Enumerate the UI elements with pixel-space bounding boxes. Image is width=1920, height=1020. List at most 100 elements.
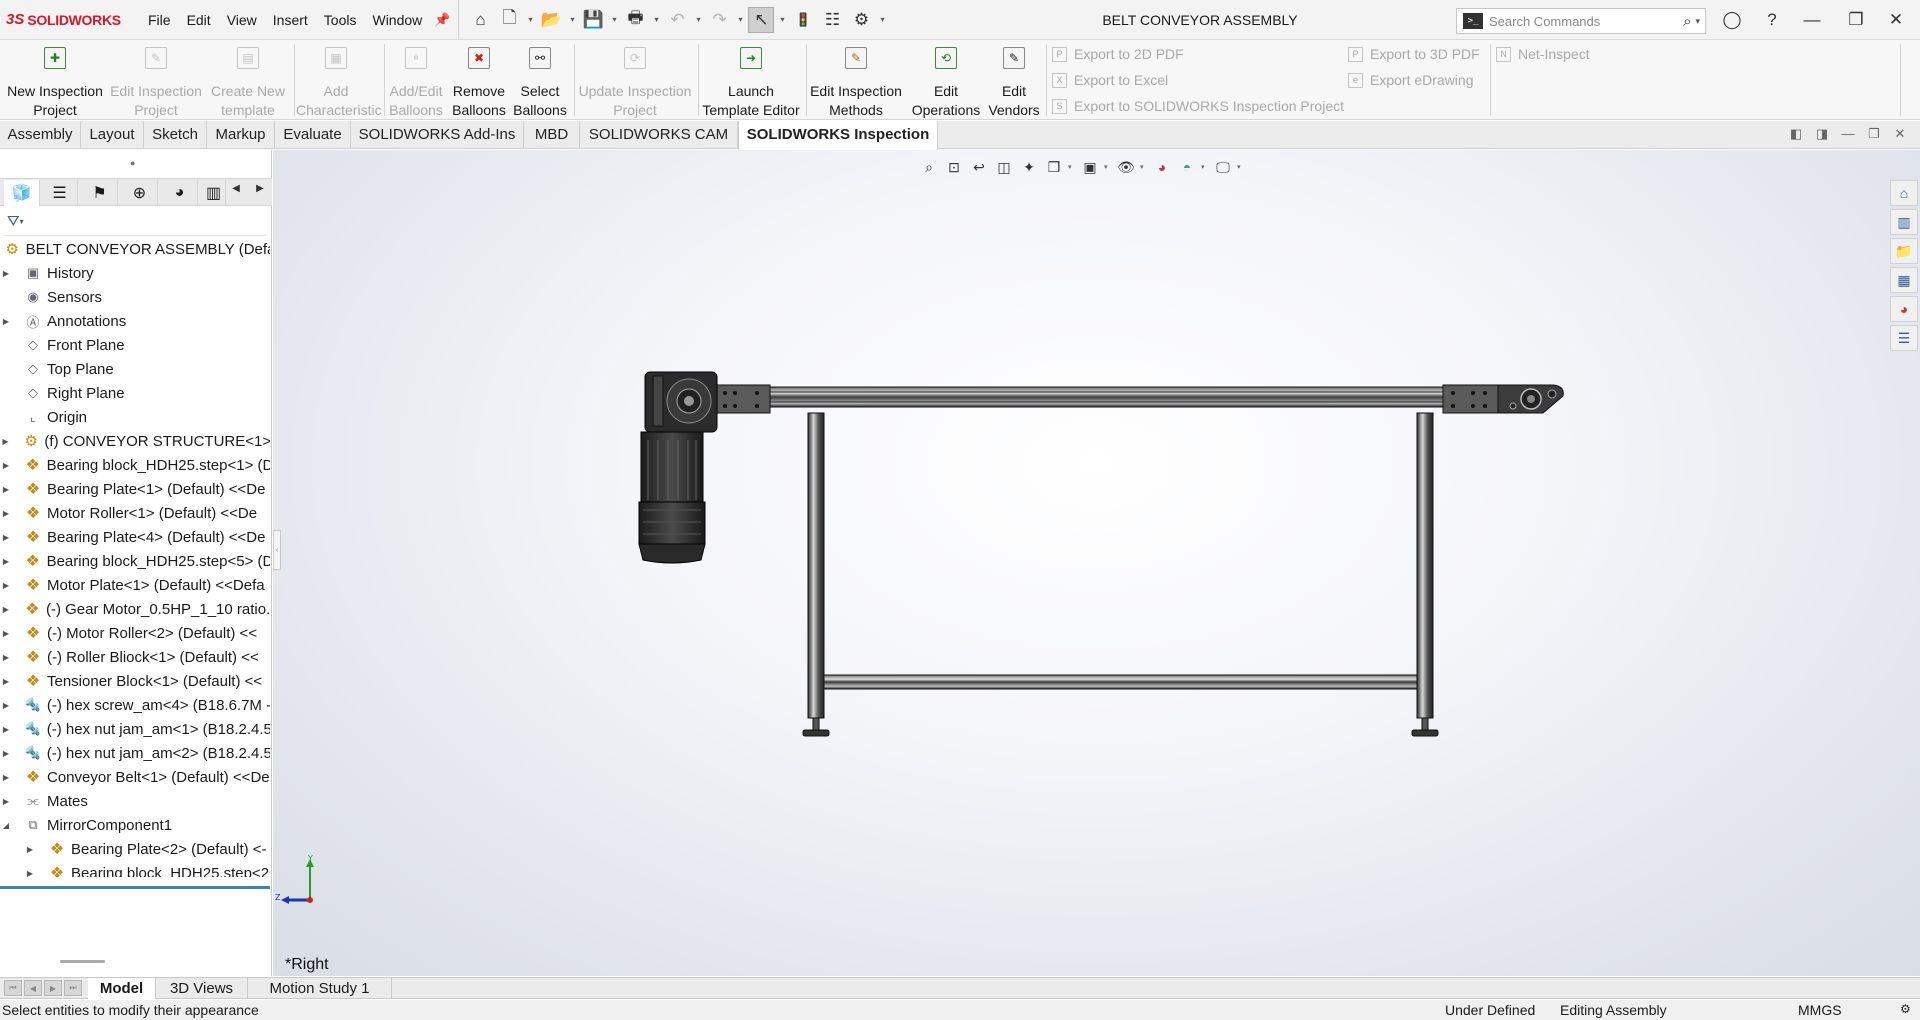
tab-solidworks-cam[interactable]: SOLIDWORKS CAM <box>580 121 738 149</box>
document-minimize-icon[interactable]: — <box>1838 126 1858 141</box>
net-inspect-button[interactable]: N Net-Inspect <box>1496 43 1590 65</box>
rollback-bar[interactable] <box>0 886 270 889</box>
tree-node[interactable]: ▶ ❖ Bearing block_HDH25.step<5> (D <box>0 549 270 573</box>
tree-node[interactable]: ▶ ❖ Conveyor Belt<1> (Default) <<De <box>0 765 270 789</box>
tab-3d-views[interactable]: 3D Views <box>156 978 248 999</box>
tree-node[interactable]: ▶ ❖ Motor Plate<1> (Default) <<Defa <box>0 573 270 597</box>
options-dropdown-icon[interactable]: ▾ <box>877 15 887 24</box>
tree-node[interactable]: ◢ ⧉ MirrorComponent1 <box>0 813 270 837</box>
panel-grip-icon[interactable]: ● <box>130 158 135 168</box>
help-icon[interactable]: ? <box>1752 0 1792 40</box>
add-characteristic-button[interactable]: ▦ Add Characteristic <box>296 40 382 120</box>
tab-motion-study-1[interactable]: Motion Study 1 <box>248 978 392 999</box>
tree-node[interactable]: ▶ ▣ History <box>0 261 270 285</box>
edit-inspection-methods-button[interactable]: ✎ Edit Inspection Methods <box>808 40 904 120</box>
tab-model[interactable]: Model <box>88 978 156 999</box>
user-account-icon[interactable]: ◯ <box>1712 0 1752 40</box>
conveyor-model-view[interactable] <box>273 150 1920 976</box>
tree-node[interactable]: ▶ ⚙ (f) CONVEYOR STRUCTURE<1> (D <box>0 429 270 453</box>
pin-menu-icon[interactable]: 📌 <box>434 12 450 28</box>
edit-operations-button[interactable]: ⟲ Edit Operations <box>906 40 986 120</box>
minimize-window-icon[interactable]: — <box>1792 0 1832 40</box>
expand-arrow-icon[interactable]: ▶ <box>0 533 12 542</box>
expand-arrow-icon[interactable]: ▶ <box>0 701 12 710</box>
new-document-icon[interactable]: 🗋 <box>496 7 522 33</box>
tree-node[interactable]: ⌞ Origin <box>0 405 270 429</box>
menu-window[interactable]: Window <box>364 12 430 28</box>
print-icon[interactable]: 🖶 <box>622 7 648 33</box>
select-balloons-button[interactable]: ⚯ Select Balloons <box>510 40 570 120</box>
expand-arrow-icon[interactable]: ▶ <box>0 485 12 494</box>
tree-node[interactable]: ▶ ❖ Tensioner Block<1> (Default) << <box>0 669 270 693</box>
tree-node[interactable]: ▶ ❖ Bearing Plate<4> (Default) <<De <box>0 525 270 549</box>
expand-arrow-icon[interactable]: ▶ <box>0 773 12 782</box>
open-folder-icon[interactable]: 📂 <box>538 7 564 33</box>
solidworks-logo[interactable]: 3S SOLIDWORKS <box>0 0 140 40</box>
previous-tab-icon[interactable]: ◀ <box>24 980 42 996</box>
tree-node[interactable]: ▶ Ⓐ Annotations <box>0 309 270 333</box>
redo-dropdown-icon[interactable]: ▾ <box>735 15 745 24</box>
rebuild-traffic-light-icon[interactable]: 🚦 <box>790 7 816 33</box>
search-commands-box[interactable]: >_ Search Commands ⌕ ▾ <box>1456 8 1706 34</box>
expand-arrow-icon[interactable]: ▶ <box>0 629 12 638</box>
update-inspection-project-button[interactable]: ⟳ Update Inspection Project <box>576 40 694 120</box>
tree-node[interactable]: ◇ Right Plane <box>0 381 270 405</box>
close-window-icon[interactable]: ✕ <box>1876 0 1916 40</box>
tree-node[interactable]: ▶ ❖ Bearing block_HDH25.step<1> (D <box>0 453 270 477</box>
customize-status-icon[interactable]: ⚙ <box>1900 1002 1911 1016</box>
tree-node[interactable]: ▶ ❖ Bearing Plate<2> (Default) <- <box>0 837 270 861</box>
tree-horizontal-scrollbar[interactable] <box>60 960 105 963</box>
document-restore-icon[interactable]: ❐ <box>1864 126 1884 142</box>
search-dropdown-icon[interactable]: ▾ <box>1695 16 1700 27</box>
expand-arrow-icon[interactable]: ▶ <box>24 869 36 878</box>
panel-collapse-handle-icon[interactable]: ‹ <box>273 530 281 570</box>
expand-arrow-icon[interactable]: ▶ <box>0 797 12 806</box>
tree-node[interactable]: ▶ ⫘ Mates <box>0 789 270 813</box>
tab-markup[interactable]: Markup <box>207 121 275 149</box>
tile-left-icon[interactable]: ◧ <box>1786 126 1806 142</box>
add-edit-balloons-button[interactable]: ⚬ Add/Edit Balloons <box>386 40 446 120</box>
search-input[interactable]: Search Commands <box>1489 14 1683 29</box>
export-3d-pdf-button[interactable]: P Export to 3D PDF <box>1348 43 1480 65</box>
launch-template-editor-button[interactable]: ➜ Launch Template Editor <box>700 40 802 120</box>
tab-solidworks-add-ins[interactable]: SOLIDWORKS Add-Ins <box>351 121 524 149</box>
remove-balloons-button[interactable]: ✖ Remove Balloons <box>448 40 510 120</box>
tree-node[interactable]: ◉ Sensors <box>0 285 270 309</box>
tree-node[interactable]: ▶ 🔩 (-) hex nut jam_am<1> (B18.2.4.5 <box>0 717 270 741</box>
undo-dropdown-icon[interactable]: ▾ <box>693 15 703 24</box>
expand-arrow-icon[interactable]: ▶ <box>0 269 12 278</box>
expand-arrow-icon[interactable]: ▶ <box>0 437 11 446</box>
document-close-icon[interactable]: ✕ <box>1890 126 1910 142</box>
tree-node[interactable]: ▶ ❖ (-) Roller Bliock<1> (Default) << <box>0 645 270 669</box>
next-tab-icon[interactable]: ▶ <box>44 980 62 996</box>
new-inspection-project-button[interactable]: ✚ New Inspection Project <box>4 40 106 120</box>
restore-window-icon[interactable]: ❐ <box>1836 0 1876 40</box>
menu-insert[interactable]: Insert <box>265 12 316 28</box>
export-excel-button[interactable]: X Export to Excel <box>1052 69 1168 91</box>
dimxpert-tab-icon[interactable]: ⊕ <box>122 180 158 206</box>
tree-node[interactable]: ▶ ❖ Bearing block_HDH25.step<2 <box>0 861 270 878</box>
tabs-scroll-right-icon[interactable]: ▶ <box>252 183 268 194</box>
expand-arrow-icon[interactable]: ▶ <box>0 653 12 662</box>
tree-node[interactable]: ▶ 🔩 (-) hex nut jam_am<2> (B18.2.4.5 <box>0 741 270 765</box>
tab-sketch[interactable]: Sketch <box>144 121 207 149</box>
tab-solidworks-inspection[interactable]: SOLIDWORKS Inspection <box>738 121 938 150</box>
home-icon[interactable]: ⌂ <box>467 7 493 33</box>
cam-tab-icon[interactable]: ▥ <box>202 180 226 206</box>
collapse-arrow-icon[interactable]: ◢ <box>0 821 12 830</box>
expand-arrow-icon[interactable]: ▶ <box>24 845 36 854</box>
last-tab-icon[interactable]: ⏭ <box>64 980 82 996</box>
tree-node[interactable]: ▶ ❖ (-) Gear Motor_0.5HP_1_10 ratio.s <box>0 597 270 621</box>
undo-icon[interactable]: ↶ <box>664 7 690 33</box>
tree-node[interactable]: ◇ Top Plane <box>0 357 270 381</box>
tree-node[interactable]: ▶ 🔩 (-) hex screw_am<4> (B18.6.7M - <box>0 693 270 717</box>
expand-arrow-icon[interactable]: ▶ <box>0 581 12 590</box>
save-icon[interactable]: 💾 <box>580 7 606 33</box>
property-manager-tab-icon[interactable]: ☰ <box>42 180 78 206</box>
edit-inspection-project-button[interactable]: ✎ Edit Inspection Project <box>108 40 204 120</box>
expand-arrow-icon[interactable]: ▶ <box>0 749 12 758</box>
expand-arrow-icon[interactable]: ▶ <box>0 557 12 566</box>
graphics-area[interactable]: ⌕ ⊡ ↩ ◫ ✦ ❒ ▾ ▣ ▾ 👁 ▾ ◕ ◓ ▾ 🖵 ▾ ⌂ ▥ 📁 ▦ … <box>273 150 1920 976</box>
menu-tools[interactable]: Tools <box>316 12 365 28</box>
search-icon[interactable]: ⌕ <box>1683 13 1691 30</box>
